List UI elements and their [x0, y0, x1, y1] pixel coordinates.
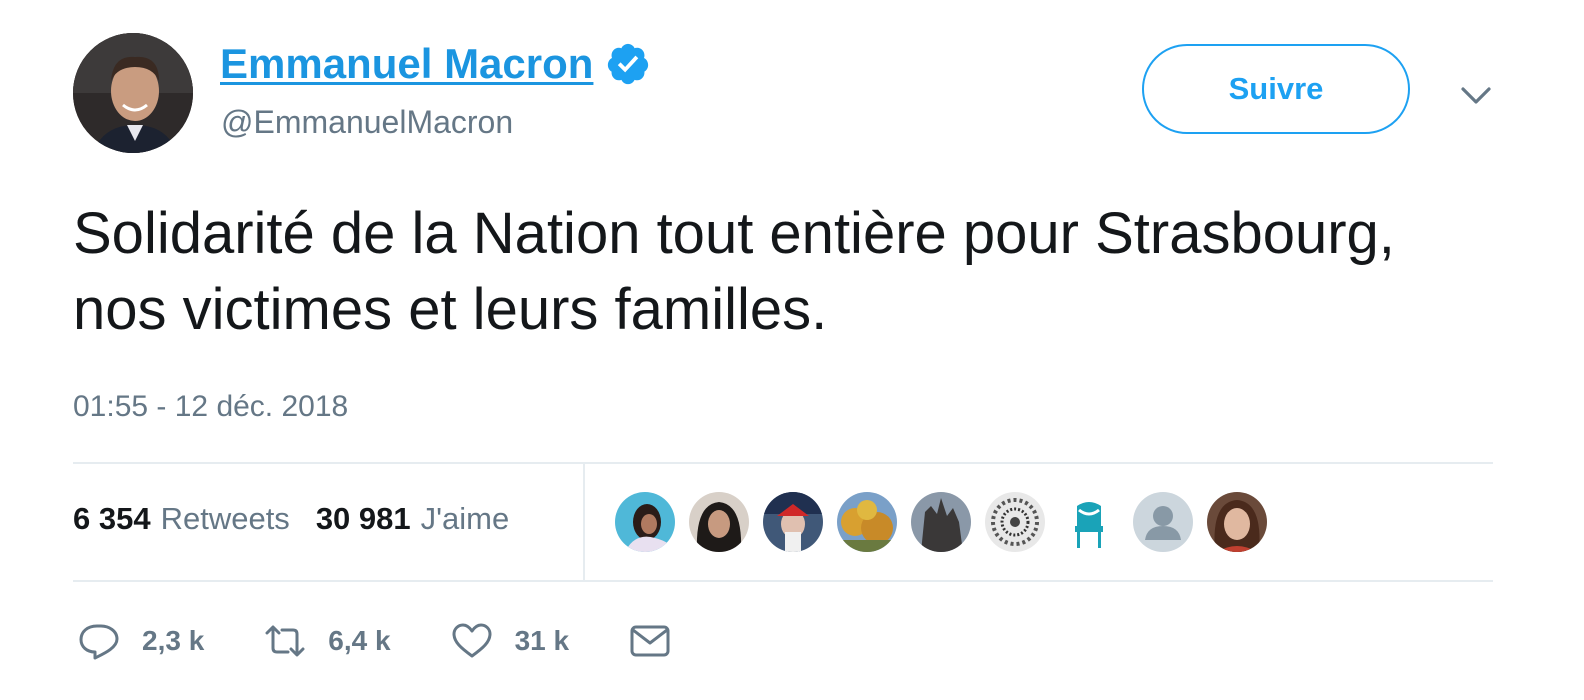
liker-avatar[interactable]: [689, 492, 749, 552]
divider-top: [73, 462, 1493, 464]
likes-label: J'aime: [420, 501, 510, 536]
envelope-icon: [629, 620, 671, 662]
like-button[interactable]: 31 k: [451, 620, 570, 662]
likes-count: 30 981: [315, 501, 411, 536]
liker-avatar[interactable]: [911, 492, 971, 552]
like-count: 31 k: [514, 625, 570, 656]
divider-bottom: [73, 580, 1493, 582]
tweet-timestamp[interactable]: 01:55 - 12 déc. 2018: [73, 390, 348, 424]
liker-avatar[interactable]: [763, 492, 823, 552]
reply-button[interactable]: 2,3 k: [78, 620, 204, 662]
reply-count: 2,3 k: [142, 625, 205, 656]
stats-separator: [583, 463, 585, 581]
author-name-row: Emmanuel Macron: [220, 40, 651, 88]
reply-icon: [78, 620, 120, 662]
tweet-stats: 6 354 Retweets 30 981 J'aime: [73, 501, 509, 537]
tweet-text: Solidarité de la Nation tout entière pou…: [73, 201, 1395, 342]
retweet-count: 6,4 k: [328, 625, 391, 656]
heart-icon: [451, 620, 493, 662]
liker-avatar[interactable]: [837, 492, 897, 552]
verified-badge-icon: [605, 41, 651, 87]
liker-avatar[interactable]: [615, 492, 675, 552]
direct-message-button[interactable]: [629, 620, 671, 662]
default-avatar-icon[interactable]: [1133, 492, 1193, 552]
liker-avatar[interactable]: [985, 492, 1045, 552]
liker-avatar[interactable]: [1207, 492, 1267, 552]
chevron-down-icon[interactable]: [1458, 82, 1494, 110]
tweet-actions: 2,3 k 6,4 k 31 k: [78, 620, 731, 662]
retweet-button[interactable]: 6,4 k: [264, 620, 391, 662]
author-avatar[interactable]: [73, 33, 193, 153]
follow-button[interactable]: Suivre: [1142, 44, 1410, 134]
likes-stat[interactable]: 30 981 J'aime: [316, 501, 509, 537]
author-handle: @EmmanuelMacron: [221, 104, 514, 140]
author-display-name[interactable]: Emmanuel Macron: [220, 40, 593, 88]
retweet-icon: [264, 620, 306, 662]
retweets-label: Retweets: [160, 501, 290, 536]
liker-avatar[interactable]: [1059, 492, 1119, 552]
retweets-stat[interactable]: 6 354 Retweets: [73, 501, 290, 537]
retweets-count: 6 354: [73, 501, 151, 536]
likers-avatars: [615, 492, 1267, 552]
